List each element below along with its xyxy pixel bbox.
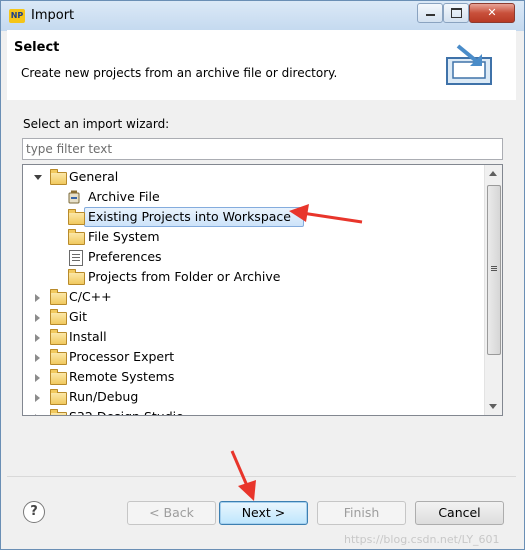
tree-item-label: Archive File: [88, 189, 160, 204]
help-button[interactable]: ?: [23, 501, 45, 523]
tree-item-label: Remote Systems: [69, 369, 175, 384]
title-bar[interactable]: NP Import ✕: [1, 1, 524, 31]
tree-item-remote-systems[interactable]: Remote Systems: [23, 367, 323, 387]
folder-icon: [50, 389, 67, 405]
tree-viewport: General Archive File Existing Projects i…: [23, 165, 483, 415]
tree-item-git[interactable]: Git: [23, 307, 323, 327]
folder-icon: [50, 369, 67, 385]
vertical-scrollbar[interactable]: [484, 165, 502, 415]
folder-icon: [68, 229, 85, 245]
app-logo-icon: NP: [9, 9, 25, 23]
page-title: Select: [14, 40, 60, 55]
tree-item-label: C/C++: [69, 289, 112, 304]
maximize-button[interactable]: [443, 3, 469, 23]
folder-icon: [50, 329, 67, 345]
expand-toggle-icon[interactable]: [35, 374, 40, 382]
tree-item-label: Install: [69, 329, 107, 344]
tree-item-file-system[interactable]: File System: [23, 227, 323, 247]
tree-item-label: Preferences: [88, 249, 162, 264]
expand-toggle-icon[interactable]: [35, 334, 40, 342]
tree-item-label: S32 Design Studio: [69, 407, 184, 415]
folder-icon: [50, 289, 67, 305]
tree-item-projects-from-folder[interactable]: Projects from Folder or Archive: [23, 267, 323, 287]
expand-toggle-icon[interactable]: [35, 394, 40, 402]
wizard-list-label: Select an import wizard:: [23, 117, 170, 131]
folder-open-icon: [68, 209, 85, 225]
tree-item-preferences[interactable]: Preferences: [23, 247, 323, 267]
maximize-icon: [450, 8, 462, 18]
expand-toggle-icon[interactable]: [35, 294, 40, 302]
preferences-icon: [69, 250, 83, 266]
folder-icon: [50, 349, 67, 365]
tree-item-label: Processor Expert: [69, 349, 175, 364]
wizard-tree: General Archive File Existing Projects i…: [22, 164, 503, 416]
tree-item-run-debug[interactable]: Run/Debug: [23, 387, 323, 407]
tree-item-label: General: [69, 169, 119, 184]
next-button[interactable]: Next >: [219, 501, 308, 525]
tree-item-cpp[interactable]: C/C++: [23, 287, 323, 307]
expand-toggle-icon[interactable]: [35, 414, 40, 415]
tree-item-s32-design-studio[interactable]: S32 Design Studio: [23, 407, 323, 415]
tree-item-processor-expert[interactable]: Processor Expert: [23, 347, 323, 367]
import-banner-icon: [446, 44, 492, 85]
grip-icon: [491, 266, 497, 267]
window-title: Import: [31, 8, 75, 23]
expand-toggle-icon[interactable]: [35, 314, 40, 322]
watermark-text: https://blog.csdn.net/LY_601: [344, 533, 500, 546]
page-description: Create new projects from an archive file…: [21, 66, 338, 80]
wizard-header: Select Create new projects from an archi…: [7, 30, 516, 101]
expand-toggle-icon[interactable]: [35, 354, 40, 362]
tree-item-archive-file[interactable]: Archive File: [23, 187, 323, 207]
filter-input[interactable]: [22, 138, 503, 160]
tree-item-label: Git: [69, 309, 88, 324]
tree-item-install[interactable]: Install: [23, 327, 323, 347]
tree-item-label: Existing Projects into Workspace: [88, 209, 291, 224]
cancel-button[interactable]: Cancel: [415, 501, 504, 525]
scroll-up-icon[interactable]: [489, 171, 497, 176]
back-button[interactable]: < Back: [127, 501, 216, 525]
minimize-icon: [425, 14, 435, 16]
close-icon: ✕: [487, 6, 497, 19]
tree-item-existing-projects[interactable]: Existing Projects into Workspace: [23, 207, 323, 227]
folder-icon: [50, 409, 67, 415]
folder-open-icon: [50, 169, 67, 185]
minimize-button[interactable]: [417, 3, 443, 23]
tree-item-label: Projects from Folder or Archive: [88, 269, 281, 284]
jar-icon: [68, 190, 80, 204]
folder-icon: [68, 269, 85, 285]
tree-item-label: File System: [88, 229, 160, 244]
footer-divider: [7, 476, 516, 477]
folder-icon: [50, 309, 67, 325]
scroll-down-icon[interactable]: [489, 404, 497, 409]
tree-item-general[interactable]: General: [23, 167, 323, 187]
tree-item-label: Run/Debug: [69, 389, 139, 404]
close-button[interactable]: ✕: [469, 3, 515, 23]
scrollbar-thumb[interactable]: [487, 185, 501, 355]
finish-button[interactable]: Finish: [317, 501, 406, 525]
expand-toggle-icon[interactable]: [34, 175, 42, 180]
